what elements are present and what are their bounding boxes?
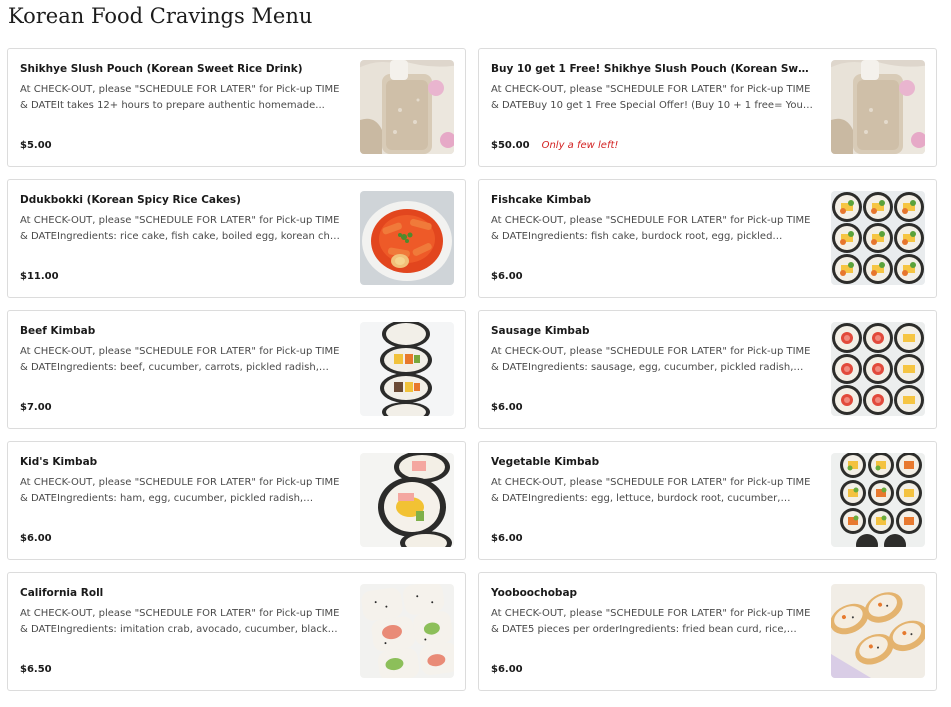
menu-item-card[interactable]: Buy 10 get 1 Free! Shikhye Slush Pouch (…	[478, 48, 937, 167]
menu-item-text: Ddukbokki (Korean Spicy Rice Cakes) At C…	[20, 193, 342, 289]
menu-item-price: $6.00	[491, 271, 523, 282]
price-row: $6.00	[491, 533, 523, 544]
menu-item-card[interactable]: Sausage Kimbab At CHECK-OUT, please "SCH…	[478, 310, 937, 429]
menu-item-price: $7.00	[20, 402, 52, 413]
menu-item-description: At CHECK-OUT, please "SCHEDULE FOR LATER…	[20, 477, 340, 504]
menu-item-description: At CHECK-OUT, please "SCHEDULE FOR LATER…	[20, 346, 340, 373]
menu-item-text: Fishcake Kimbab At CHECK-OUT, please "SC…	[491, 193, 813, 289]
menu-item-description: At CHECK-OUT, please "SCHEDULE FOR LATER…	[20, 215, 340, 242]
menu-item-description: At CHECK-OUT, please "SCHEDULE FOR LATER…	[20, 84, 340, 111]
menu-item-name: Yooboochobap	[491, 587, 578, 599]
menu-item-name: Sausage Kimbab	[491, 325, 590, 337]
menu-item-card[interactable]: Yooboochobap At CHECK-OUT, please "SCHED…	[478, 572, 937, 691]
menu-item-name: Vegetable Kimbab	[491, 456, 600, 468]
menu-item-price: $6.00	[491, 402, 523, 413]
california-roll-photo	[360, 584, 454, 678]
price-row: $6.00	[491, 271, 523, 282]
menu-grid: Shikhye Slush Pouch (Korean Sweet Rice D…	[0, 0, 951, 707]
menu-item-text: Beef Kimbab At CHECK-OUT, please "SCHEDU…	[20, 324, 342, 420]
shikhye-pouch-photo	[360, 60, 454, 154]
price-row: $6.00	[491, 664, 523, 675]
price-row: $6.00	[20, 533, 52, 544]
menu-item-price: $11.00	[20, 271, 59, 282]
menu-item-card[interactable]: Ddukbokki (Korean Spicy Rice Cakes) At C…	[7, 179, 466, 298]
kimbab-rows-photo	[831, 453, 925, 547]
menu-item-name: Shikhye Slush Pouch (Korean Sweet Rice D…	[20, 63, 303, 75]
kimbab-closeup-photo	[360, 453, 454, 547]
menu-item-card[interactable]: Kid's Kimbab At CHECK-OUT, please "SCHED…	[7, 441, 466, 560]
menu-item-price: $50.00	[491, 140, 530, 151]
menu-item-name: Beef Kimbab	[20, 325, 96, 337]
menu-item-text: Yooboochobap At CHECK-OUT, please "SCHED…	[491, 586, 813, 682]
yooboochobap-photo	[831, 584, 925, 678]
kimbab-stack-photo	[360, 322, 454, 416]
menu-item-price: $6.50	[20, 664, 52, 675]
menu-item-name: California Roll	[20, 587, 104, 599]
menu-item-name: Kid's Kimbab	[20, 456, 98, 468]
menu-item-card[interactable]: Shikhye Slush Pouch (Korean Sweet Rice D…	[7, 48, 466, 167]
menu-item-price: $6.00	[491, 533, 523, 544]
price-row: $11.00	[20, 271, 59, 282]
price-row: $6.50	[20, 664, 52, 675]
price-row: $50.00 Only a few left!	[491, 140, 618, 151]
kimbab-rows-photo	[831, 322, 925, 416]
menu-item-price: $6.00	[491, 664, 523, 675]
price-row: $5.00	[20, 140, 52, 151]
ddukbokki-photo	[360, 191, 454, 285]
menu-item-card[interactable]: Beef Kimbab At CHECK-OUT, please "SCHEDU…	[7, 310, 466, 429]
menu-item-text: Buy 10 get 1 Free! Shikhye Slush Pouch (…	[491, 62, 813, 158]
menu-item-text: Shikhye Slush Pouch (Korean Sweet Rice D…	[20, 62, 342, 158]
menu-item-card[interactable]: Fishcake Kimbab At CHECK-OUT, please "SC…	[478, 179, 937, 298]
shikhye-pouch-photo	[831, 60, 925, 154]
menu-item-name: Ddukbokki (Korean Spicy Rice Cakes)	[20, 194, 241, 206]
menu-item-text: California Roll At CHECK-OUT, please "SC…	[20, 586, 342, 682]
menu-item-card[interactable]: Vegetable Kimbab At CHECK-OUT, please "S…	[478, 441, 937, 560]
menu-item-description: At CHECK-OUT, please "SCHEDULE FOR LATER…	[491, 608, 811, 635]
menu-item-name: Fishcake Kimbab	[491, 194, 592, 206]
kimbab-rows-photo	[831, 191, 925, 285]
low-stock-badge: Only a few left!	[541, 140, 619, 151]
menu-item-description: At CHECK-OUT, please "SCHEDULE FOR LATER…	[491, 346, 811, 373]
menu-item-text: Sausage Kimbab At CHECK-OUT, please "SCH…	[491, 324, 813, 420]
menu-item-price: $5.00	[20, 140, 52, 151]
menu-item-card[interactable]: California Roll At CHECK-OUT, please "SC…	[7, 572, 466, 691]
menu-item-text: Kid's Kimbab At CHECK-OUT, please "SCHED…	[20, 455, 342, 551]
menu-item-price: $6.00	[20, 533, 52, 544]
menu-item-description: At CHECK-OUT, please "SCHEDULE FOR LATER…	[491, 477, 811, 504]
menu-item-text: Vegetable Kimbab At CHECK-OUT, please "S…	[491, 455, 813, 551]
menu-item-description: At CHECK-OUT, please "SCHEDULE FOR LATER…	[491, 215, 811, 242]
menu-item-name: Buy 10 get 1 Free! Shikhye Slush Pouch (…	[491, 63, 813, 75]
menu-item-description: At CHECK-OUT, please "SCHEDULE FOR LATER…	[491, 84, 811, 111]
menu-item-description: At CHECK-OUT, please "SCHEDULE FOR LATER…	[20, 608, 340, 635]
price-row: $7.00	[20, 402, 52, 413]
price-row: $6.00	[491, 402, 523, 413]
